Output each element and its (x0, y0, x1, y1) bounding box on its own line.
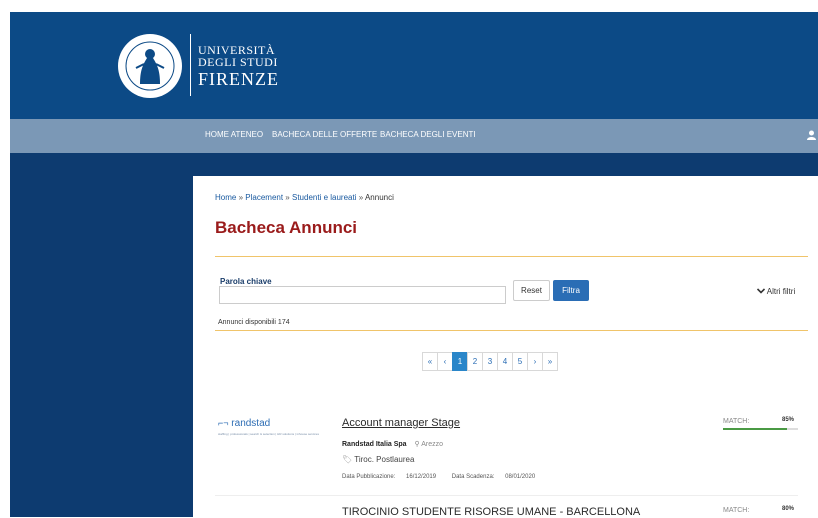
keyword-label: Parola chiave (220, 277, 272, 286)
reset-button[interactable]: Reset (513, 280, 550, 301)
results-divider (215, 330, 808, 331)
match-label: MATCH: (723, 507, 750, 514)
listing-type: 🏷︎ Tiroc. Postlaurea (342, 455, 414, 464)
page-next-button[interactable]: › (527, 352, 543, 371)
page-4-button[interactable]: 4 (497, 352, 513, 371)
listing-title-link[interactable]: Account manager Stage (342, 417, 460, 429)
map-pin-icon: ⚲ (414, 441, 420, 448)
breadcrumb-home[interactable]: Home (215, 193, 236, 202)
user-icon[interactable] (807, 130, 816, 143)
randstad-symbol-icon: ⌐¬ (218, 418, 229, 428)
breadcrumb-studenti[interactable]: Studenti e laureati (292, 193, 357, 202)
location-text: Arezzo (421, 441, 444, 448)
randstad-logo-text: randstad (231, 418, 271, 429)
pub-date-label: Data Pubblicazione: (342, 474, 396, 480)
match-progress-fill (723, 428, 787, 430)
more-filters-toggle[interactable]: Altri filtri (756, 287, 796, 296)
more-filters-label: Altri filtri (766, 287, 796, 296)
results-count: Annunci disponibili 174 (218, 319, 290, 326)
page-5-button[interactable]: 5 (512, 352, 528, 371)
filter-button[interactable]: Filtra (553, 280, 589, 301)
randstad-logo[interactable]: ⌐¬ randstad staffing | professionals | s… (218, 418, 328, 440)
breadcrumb-separator: » (358, 193, 364, 202)
logo-line-3: FIRENZE (198, 69, 279, 89)
page-2-button[interactable]: 2 (467, 352, 483, 371)
title-divider (215, 256, 808, 257)
pub-date-value: 16/12/2019 (406, 474, 437, 480)
match-label: MATCH: (723, 418, 750, 425)
exp-date-label: Data Scadenza: (451, 474, 495, 480)
page-3-button[interactable]: 3 (482, 352, 498, 371)
breadcrumb-separator: » (238, 193, 244, 202)
chevron-down-icon (756, 287, 767, 296)
nav-bacheca-eventi[interactable]: BACHECA DEGLI EVENTI (380, 130, 476, 139)
university-seal-logo[interactable] (118, 34, 182, 98)
breadcrumb-placement[interactable]: Placement (245, 193, 283, 202)
university-name-logo[interactable]: UNIVERSITÀ DEGLI STUDI FIRENZE (198, 44, 279, 90)
listing-company: Randstad Italia Spa ⚲ Arezzo (342, 440, 443, 448)
nav-bacheca-offerte[interactable]: BACHECA DELLE OFFERTE (272, 130, 377, 139)
logo-line-2: DEGLI STUDI (198, 55, 278, 69)
match-value: 85% (782, 417, 795, 423)
listing-title-link[interactable]: TIROCINIO STUDENTE RISORSE UMANE - BARCE… (342, 506, 640, 518)
breadcrumb-separator: » (285, 193, 290, 202)
match-value: 80% (782, 506, 795, 512)
randstad-logo-tagline: staffing | professionals | search & sele… (218, 432, 319, 436)
pagination: « ‹ 1 2 3 4 5 › » (422, 352, 558, 371)
tag-icon: 🏷︎ (342, 455, 353, 464)
page-1-button[interactable]: 1 (452, 352, 468, 371)
page-last-button[interactable]: » (542, 352, 558, 371)
logo-divider (190, 34, 191, 96)
company-name: Randstad Italia Spa (342, 441, 407, 448)
breadcrumb: Home » Placement » Studenti e laureati »… (215, 193, 394, 202)
left-margin (0, 0, 10, 517)
listing-separator (215, 495, 798, 496)
listing-type-text: Tiroc. Postlaurea (354, 455, 415, 464)
page-prev-button[interactable]: ‹ (437, 352, 453, 371)
location: ⚲ Arezzo (415, 441, 444, 448)
exp-date-value: 08/01/2020 (505, 474, 536, 480)
breadcrumb-current: Annunci (364, 193, 394, 202)
match-progress-bar (723, 428, 798, 430)
nav-home-ateneo[interactable]: HOME ATENEO (205, 130, 263, 139)
listing-dates: Data Pubblicazione: 16/12/2019 Data Scad… (342, 474, 544, 480)
page-title: Bacheca Annunci (215, 218, 358, 237)
keyword-input[interactable] (219, 286, 506, 304)
page-first-button[interactable]: « (422, 352, 438, 371)
